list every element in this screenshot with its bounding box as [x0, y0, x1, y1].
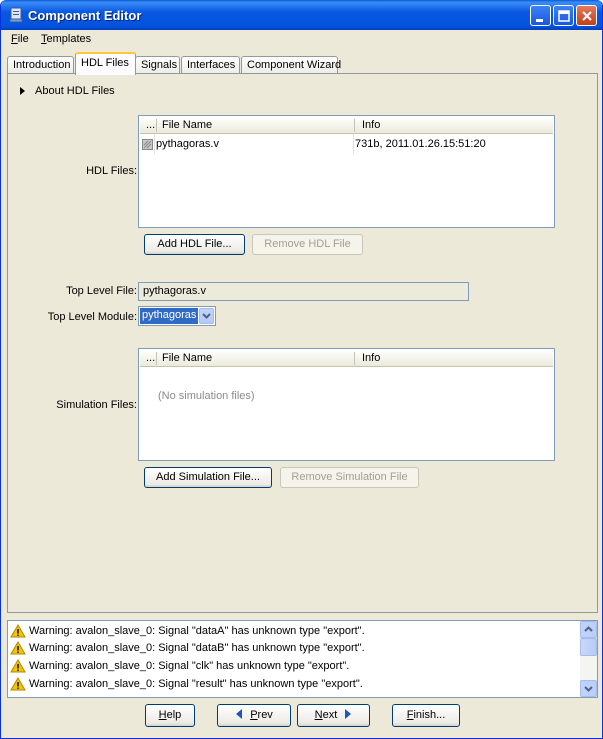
arrow-right-icon — [345, 709, 352, 719]
column-header-file-name[interactable]: File Name — [162, 352, 212, 364]
hdl-files-panel: About HDL Files HDL Files: ... File Name… — [7, 73, 598, 613]
warning-icon — [10, 624, 26, 638]
scroll-up-button[interactable] — [580, 621, 597, 638]
menu-file[interactable]: File — [11, 33, 29, 45]
column-header-file-name[interactable]: File Name — [162, 119, 212, 131]
hdl-files-label: HDL Files: — [86, 165, 137, 177]
top-level-module-label: Top Level Module: — [47, 311, 137, 323]
column-header-info[interactable]: Info — [362, 119, 380, 131]
tab-hdl-files[interactable]: HDL Files — [75, 52, 136, 75]
remove-hdl-file-button[interactable]: Remove HDL File — [252, 234, 363, 255]
table-row[interactable]: pythagoras.v 731b, 2011.01.26.15:51:20 — [140, 136, 553, 153]
column-header-info[interactable]: Info — [362, 352, 380, 364]
title-bar[interactable]: Component Editor — [1, 0, 602, 30]
hdl-files-table[interactable]: ... File Name Info pythagoras.v 731b, 20… — [138, 115, 555, 228]
cell-info: 731b, 2011.01.26.15:51:20 — [355, 138, 486, 150]
window-title: Component Editor — [28, 8, 142, 23]
tab-component-wizard[interactable]: Component Wizard — [241, 56, 341, 74]
maximize-button[interactable] — [553, 5, 574, 26]
arrow-left-icon — [236, 709, 243, 719]
prev-button[interactable]: Prev — [217, 704, 291, 727]
top-level-file-label: Top Level File: — [66, 285, 137, 297]
simulation-files-table[interactable]: ... File Name Info (No simulation files) — [138, 348, 555, 461]
finish-button[interactable]: Finish... — [392, 704, 460, 727]
remove-simulation-file-button[interactable]: Remove Simulation File — [280, 467, 419, 488]
column-header-ellipsis: ... — [146, 119, 156, 131]
warning-icon — [10, 641, 26, 655]
dropdown-arrow[interactable] — [199, 308, 214, 324]
table-header: ... File Name Info — [140, 350, 553, 367]
minimize-icon — [536, 19, 543, 22]
chevron-up-icon — [584, 626, 593, 632]
chevron-down-icon — [202, 313, 211, 319]
warning-icon — [10, 659, 26, 673]
chevron-down-icon — [584, 686, 593, 692]
table-header: ... File Name Info — [140, 117, 553, 134]
cell-file-name: pythagoras.v — [156, 138, 219, 150]
top-level-module-select[interactable]: pythagoras — [138, 306, 216, 326]
component-editor-window: Component Editor File Templates Introduc… — [0, 0, 603, 739]
menu-templates[interactable]: Templates — [41, 33, 91, 45]
maximize-icon — [558, 10, 570, 22]
top-level-module-value: pythagoras — [140, 308, 199, 324]
about-hdl-files-toggle[interactable]: About HDL Files — [20, 85, 115, 97]
scroll-thumb[interactable] — [580, 638, 597, 656]
expand-arrow-icon — [20, 87, 25, 96]
log-scrollbar[interactable] — [580, 621, 597, 697]
warning-icon — [10, 677, 26, 691]
menu-bar: File Templates — [1, 30, 602, 50]
add-simulation-file-button[interactable]: Add Simulation File... — [144, 467, 272, 488]
help-button[interactable]: Help — [145, 704, 195, 727]
close-icon — [582, 11, 592, 21]
tab-interfaces[interactable]: Interfaces — [181, 56, 240, 74]
message-log[interactable]: Warning: avalon_slave_0: Signal "dataA" … — [7, 620, 598, 698]
app-icon — [9, 7, 23, 23]
simulation-files-label: Simulation Files: — [56, 399, 137, 411]
tab-introduction[interactable]: Introduction — [7, 56, 74, 74]
column-header-ellipsis: ... — [146, 352, 156, 364]
minimize-button[interactable] — [530, 5, 551, 26]
file-handle-icon — [142, 139, 153, 150]
empty-table-message: (No simulation files) — [158, 390, 255, 402]
add-hdl-file-button[interactable]: Add HDL File... — [144, 234, 245, 255]
next-button[interactable]: Next — [297, 704, 370, 727]
tab-signals[interactable]: Signals — [135, 56, 180, 74]
scroll-down-button[interactable] — [580, 680, 597, 697]
top-level-file-field[interactable]: pythagoras.v — [138, 282, 469, 301]
close-button[interactable] — [576, 5, 597, 26]
